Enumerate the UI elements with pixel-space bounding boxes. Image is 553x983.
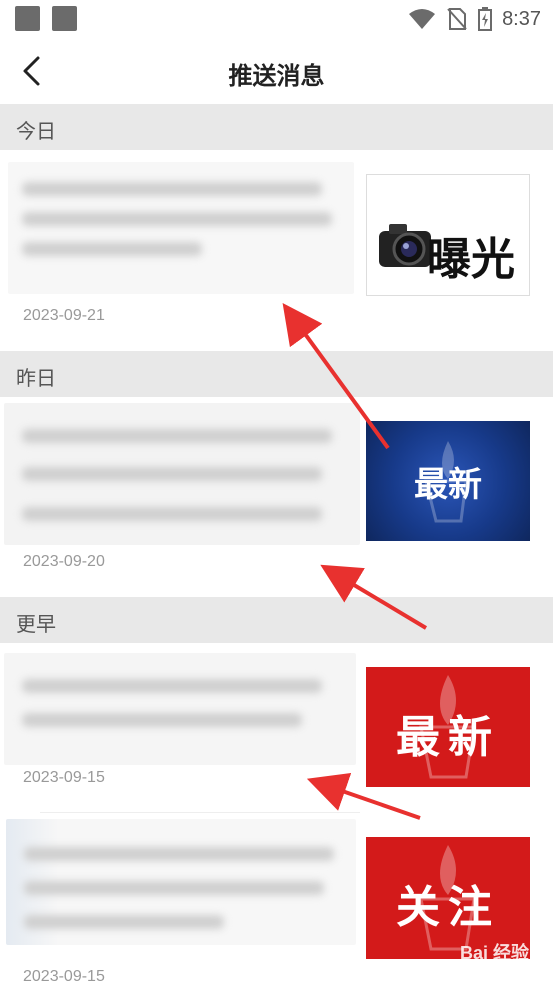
message-thumbnail: 最新 [366,667,530,787]
message-date: 2023-09-15 [23,769,105,786]
section-header-earlier: 更早 [0,597,553,643]
camera-icon [379,224,431,267]
thumbnail-label: 关注 [396,882,500,933]
message-item[interactable]: 2023-09-20 最新 [0,397,553,597]
section-label: 更早 [16,612,56,636]
thumbnail-label: 曝光 [427,234,515,285]
message-thumbnail: 曝光 [366,174,530,296]
thumbnail-label: 最新 [414,465,482,505]
message-text-blurred [4,403,360,545]
status-bar: 8:37 [0,0,553,38]
message-item[interactable]: 2023-09-15 最新 [0,643,553,813]
message-date: 2023-09-21 [23,307,105,324]
message-date: 2023-09-15 [23,968,105,983]
message-text-blurred [4,653,356,765]
status-icons: 8:37 [408,4,541,34]
clock: 8:37 [502,7,541,30]
message-text-blurred [6,819,356,945]
message-item[interactable]: 2023-09-21 曝光 [0,150,553,350]
no-sim-icon [447,8,467,30]
watermark: Bai 经验 [459,943,529,963]
message-text-blurred [8,162,354,294]
page-title: 推送消息 [228,62,325,90]
wifi-icon [409,9,436,29]
app-header: 推送消息 [0,38,553,104]
thumbnail-label: 最新 [396,712,500,763]
section-label: 昨日 [16,366,56,390]
message-date: 2023-09-20 [23,553,105,570]
section-header-yesterday: 昨日 [0,351,553,397]
section-label: 今日 [16,119,56,143]
message-thumbnail: 最新 [366,421,530,541]
section-header-today: 今日 [0,104,553,150]
notification-square-icon [15,6,40,31]
notification-square-icon [52,6,77,31]
battery-charging-icon [478,7,493,31]
